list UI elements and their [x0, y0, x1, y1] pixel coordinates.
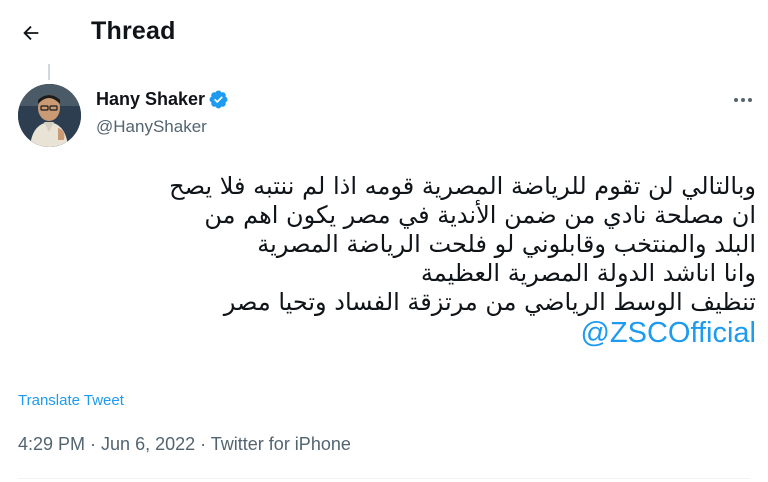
tweet-line: ان مصلحة نادي من ضمن الأندية في مصر يكون… [204, 201, 756, 229]
tweet-line: البلد والمنتخب وقابلوني لو فلحت الرياضة … [257, 230, 756, 258]
translate-tweet-link[interactable]: Translate Tweet [18, 392, 124, 409]
avatar[interactable] [18, 84, 81, 147]
meta-separator: · [85, 434, 102, 454]
more-dot [748, 98, 752, 102]
page-title: Thread [91, 17, 176, 45]
more-dot [741, 98, 745, 102]
meta-separator: · [195, 434, 211, 454]
author-name-row[interactable]: Hany Shaker [96, 89, 229, 110]
tweet-date[interactable]: Jun 6, 2022 [101, 434, 195, 454]
tweet-metadata: 4:29 PM · Jun 6, 2022 · Twitter for iPho… [18, 434, 351, 455]
avatar-image [18, 84, 81, 147]
tweet-line: تنظيف الوسط الرياضي من مرتزقة الفساد وتح… [223, 288, 756, 316]
author-handle[interactable]: @HanyShaker [96, 117, 207, 137]
tweet-time[interactable]: 4:29 PM [18, 434, 85, 454]
tweet-line: وانا اناشد الدولة المصرية العظيمة [420, 259, 756, 287]
more-options-button[interactable] [728, 88, 758, 112]
back-button[interactable] [16, 18, 46, 48]
tweet-text: وبالتالي لن تقوم للرياضة المصرية قومه اذ… [20, 172, 756, 348]
author-name[interactable]: Hany Shaker [96, 89, 205, 110]
mention-link[interactable]: @ZSCOfficial [20, 319, 756, 348]
more-dot [734, 98, 738, 102]
divider [18, 478, 750, 479]
thread-header: Thread [0, 0, 768, 64]
tweet-source[interactable]: Twitter for iPhone [211, 434, 351, 454]
thread-connector-line [48, 64, 50, 80]
verified-badge-icon [209, 90, 228, 109]
arrow-left-icon [23, 25, 39, 41]
tweet-line: وبالتالي لن تقوم للرياضة المصرية قومه اذ… [169, 172, 756, 200]
